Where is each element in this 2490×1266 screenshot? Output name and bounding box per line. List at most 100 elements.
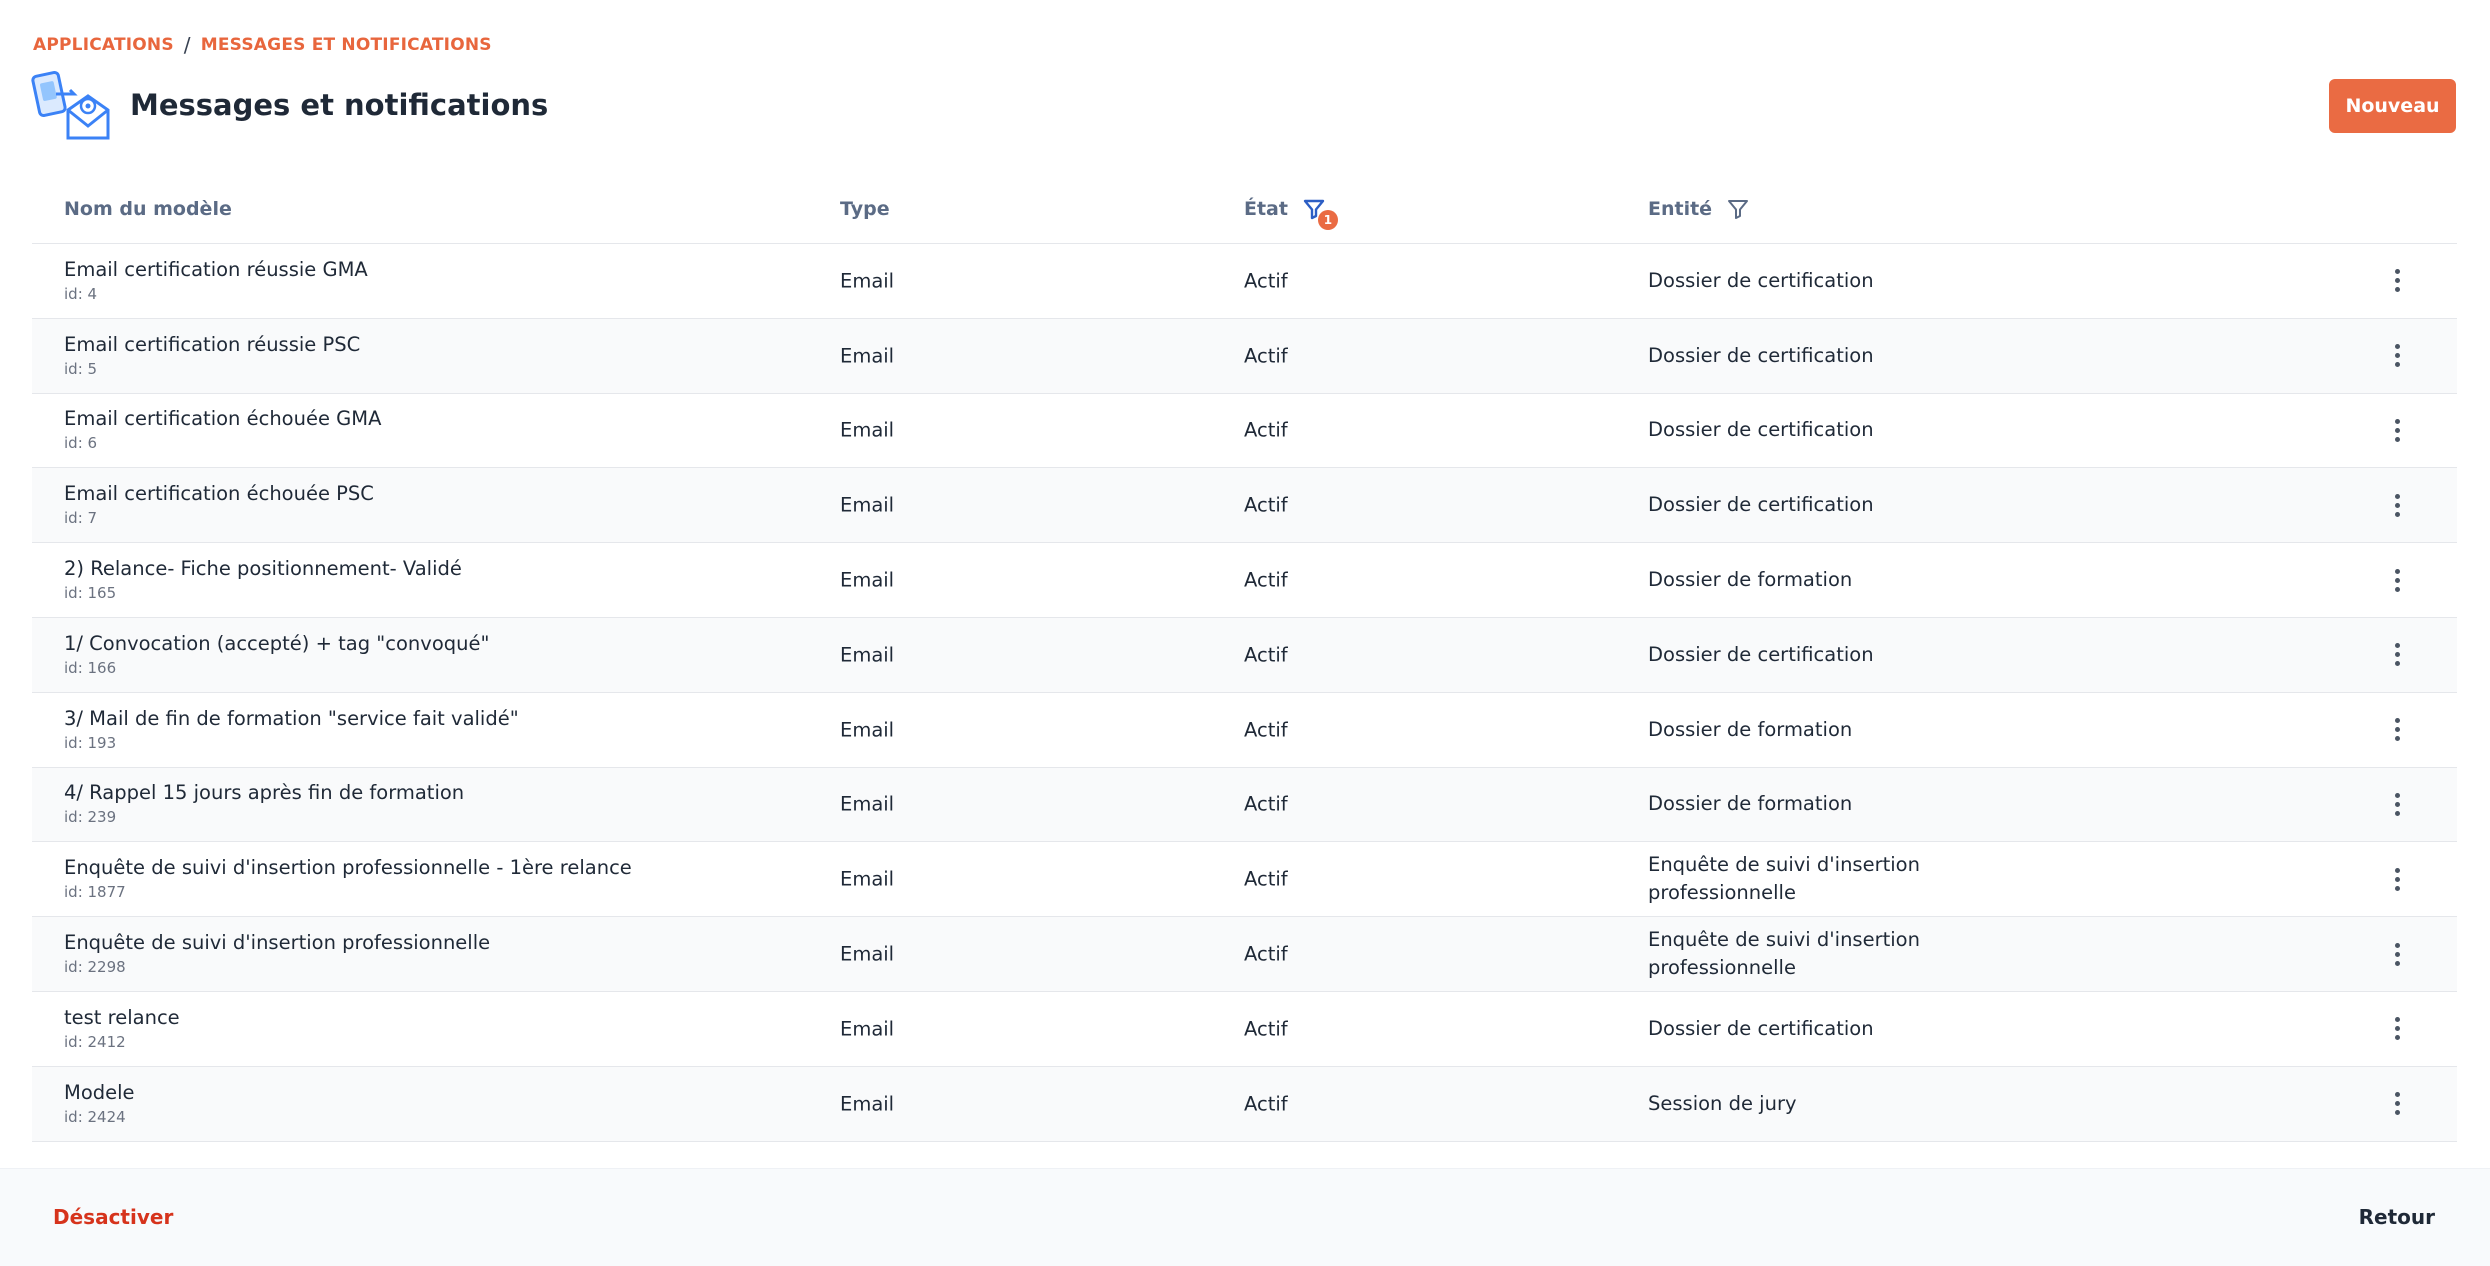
template-id: id: 5	[64, 359, 98, 378]
template-id: id: 2424	[64, 1107, 126, 1126]
column-header-state-label: État	[1244, 198, 1288, 220]
template-entity: Enquête de suivi d'insertion professionn…	[1648, 853, 1920, 905]
messages-notifications-icon	[30, 68, 112, 142]
template-name: 3/ Mail de fin de formation "service fai…	[64, 706, 519, 730]
template-entity: Dossier de certification	[1648, 268, 1874, 292]
template-entity: Dossier de certification	[1648, 1016, 1874, 1040]
template-type: Email	[840, 643, 895, 667]
template-state: Actif	[1244, 1092, 1288, 1116]
more-vertical-icon	[2394, 718, 2400, 724]
more-vertical-icon	[2394, 867, 2400, 873]
column-header-entity-label: Entité	[1648, 198, 1713, 220]
template-entity: Session de jury	[1648, 1091, 1797, 1115]
template-name: Email certification réussie GMA	[64, 257, 368, 281]
column-header-type[interactable]: Type	[840, 198, 890, 220]
template-state: Actif	[1244, 867, 1288, 891]
more-vertical-icon	[2394, 1092, 2400, 1098]
template-state: Actif	[1244, 942, 1288, 966]
template-name: 4/ Rappel 15 jours après fin de formatio…	[64, 781, 465, 805]
column-header-name[interactable]: Nom du modèle	[64, 198, 232, 220]
template-type: Email	[840, 568, 895, 592]
template-state: Actif	[1244, 418, 1288, 442]
row-menu-button[interactable]	[2385, 939, 2409, 969]
row-menu-button[interactable]	[2385, 565, 2409, 595]
state-filter-button[interactable]: 1	[1302, 197, 1338, 230]
breadcrumb-current[interactable]: MESSAGES ET NOTIFICATIONS	[201, 35, 492, 55]
template-entity: Dossier de certification	[1648, 642, 1874, 666]
table-row[interactable]: 3/ Mail de fin de formation "service fai…	[32, 693, 2457, 768]
breadcrumb-separator: /	[183, 33, 191, 57]
template-id: id: 7	[64, 509, 98, 528]
filter-icon	[1728, 200, 1749, 219]
table-row[interactable]: 1/ Convocation (accepté) + tag "convoqué…	[32, 617, 2457, 693]
template-state: Actif	[1244, 344, 1288, 368]
more-vertical-icon	[2394, 269, 2400, 275]
page-title: Messages et notifications	[130, 88, 549, 122]
template-name: Email certification échouée GMA	[64, 407, 382, 431]
template-state: Actif	[1244, 269, 1288, 293]
row-menu-button[interactable]	[2385, 415, 2409, 445]
row-menu-button[interactable]	[2385, 789, 2409, 819]
table-header: Nom du modèle Type État 1 Entité	[32, 175, 2457, 244]
row-menu-button[interactable]	[2385, 715, 2409, 745]
template-id: id: 166	[64, 658, 117, 677]
column-header-state: État 1	[1244, 197, 1338, 230]
table-row[interactable]: Email certification réussie GMA id: 4 Ema…	[32, 244, 2457, 319]
template-name: 1/ Convocation (accepté) + tag "convoqué…	[64, 631, 490, 655]
template-state: Actif	[1244, 1017, 1288, 1041]
template-state: Actif	[1244, 643, 1288, 667]
more-vertical-icon	[2394, 792, 2400, 798]
new-button[interactable]: Nouveau	[2329, 79, 2456, 133]
row-menu-button[interactable]	[2385, 864, 2409, 894]
templates-table: Nom du modèle Type État 1 Entité Email c…	[32, 175, 2457, 1142]
table-row[interactable]: Enquête de suivi d'insertion professionn…	[32, 842, 2457, 918]
table-row[interactable]: Modele id: 2424 Email Actif Session de ju…	[32, 1066, 2457, 1142]
template-name: Enquête de suivi d'insertion professionn…	[64, 931, 491, 955]
row-menu-button[interactable]	[2385, 640, 2409, 670]
entity-filter-button[interactable]	[1726, 197, 1750, 221]
template-entity: Enquête de suivi d'insertion professionn…	[1648, 928, 1920, 980]
row-menu-button[interactable]	[2385, 490, 2409, 520]
table-row[interactable]: test relance id: 2412 Email Actif Dossier…	[32, 992, 2457, 1067]
template-name: Modele	[64, 1080, 135, 1104]
more-vertical-icon	[2394, 568, 2400, 574]
template-entity: Dossier de formation	[1648, 717, 1853, 741]
table-row[interactable]: Email certification échouée GMA id: 6 Ema…	[32, 394, 2457, 469]
footer-bar: Désactiver Retour	[0, 1168, 2490, 1266]
more-vertical-icon	[2394, 493, 2400, 499]
table-row[interactable]: 2) Relance- Fiche positionnement- Validé…	[32, 543, 2457, 618]
template-type: Email	[840, 718, 895, 742]
template-state: Actif	[1244, 718, 1288, 742]
back-button[interactable]: Retour	[2359, 1205, 2435, 1229]
column-header-name-label: Nom du modèle	[64, 198, 232, 220]
template-id: id: 165	[64, 584, 117, 603]
row-menu-button[interactable]	[2385, 1014, 2409, 1044]
more-vertical-icon	[2394, 418, 2400, 424]
filter-count-badge: 1	[1317, 210, 1338, 230]
template-type: Email	[840, 792, 895, 816]
template-type: Email	[840, 942, 895, 966]
column-header-entity: Entité	[1648, 197, 1750, 221]
table-row[interactable]: 4/ Rappel 15 jours après fin de formatio…	[32, 767, 2457, 843]
template-type: Email	[840, 269, 895, 293]
template-id: id: 1877	[64, 883, 126, 902]
deactivate-button[interactable]: Désactiver	[53, 1205, 173, 1229]
table-row[interactable]: Email certification échouée PSC id: 7 Ema…	[32, 468, 2457, 544]
template-name: Enquête de suivi d'insertion professionn…	[64, 856, 632, 880]
table-row[interactable]: Enquête de suivi d'insertion professionn…	[32, 917, 2457, 992]
column-header-type-label: Type	[840, 198, 890, 220]
more-vertical-icon	[2394, 942, 2400, 948]
row-menu-button[interactable]	[2385, 341, 2409, 371]
template-id: id: 2298	[64, 958, 126, 977]
template-entity: Dossier de formation	[1648, 792, 1853, 816]
page-header: Messages et notifications	[30, 68, 548, 142]
table-row[interactable]: Email certification réussie PSC id: 5 Ema…	[32, 318, 2457, 394]
row-menu-button[interactable]	[2385, 266, 2409, 296]
breadcrumb-applications[interactable]: APPLICATIONS	[33, 35, 174, 55]
template-type: Email	[840, 867, 895, 891]
template-type: Email	[840, 344, 895, 368]
template-id: id: 2412	[64, 1032, 126, 1051]
template-entity: Dossier de formation	[1648, 568, 1853, 592]
template-state: Actif	[1244, 493, 1288, 517]
row-menu-button[interactable]	[2385, 1089, 2409, 1119]
